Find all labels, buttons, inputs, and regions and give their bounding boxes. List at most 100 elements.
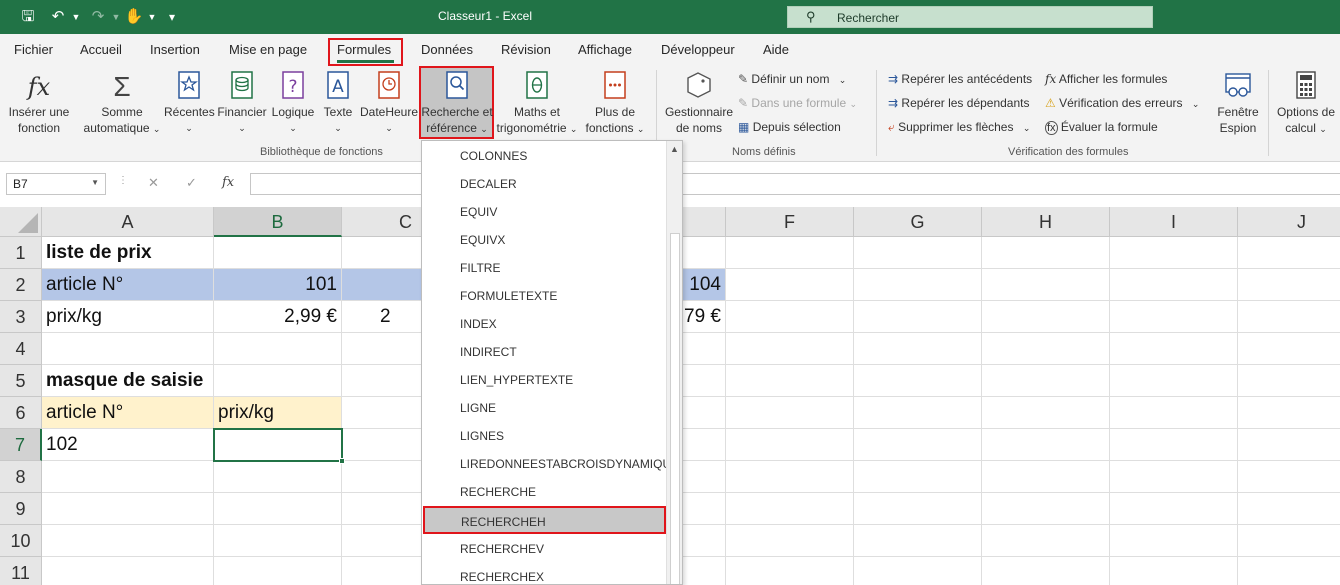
column-header-f[interactable]: F [726, 207, 854, 237]
row-header-6[interactable]: 6 [0, 397, 42, 429]
grid-cell[interactable] [1238, 301, 1340, 333]
grid-cell[interactable] [982, 333, 1110, 365]
grid-cell[interactable] [726, 557, 854, 585]
grid-cell[interactable] [726, 269, 854, 301]
tab-developpeur[interactable]: Développeur [661, 42, 735, 57]
row-header-2[interactable]: 2 [0, 269, 42, 301]
dropdown-item-formuletexte[interactable]: FORMULETEXTE [422, 282, 666, 310]
math-trig-button[interactable]: Maths et trigonométrie ⌄ [494, 70, 580, 142]
grid-cell[interactable] [726, 461, 854, 493]
grid-cell[interactable] [726, 397, 854, 429]
grid-cell[interactable] [854, 365, 982, 397]
grid-cell[interactable] [982, 525, 1110, 557]
grid-cell[interactable] [982, 493, 1110, 525]
grid-cell[interactable] [1238, 333, 1340, 365]
grid-cell[interactable] [982, 237, 1110, 269]
grid-cell[interactable] [1110, 461, 1238, 493]
show-formulas-button[interactable]: fx Afficher les formules [1045, 72, 1167, 86]
grid-cell[interactable] [726, 493, 854, 525]
dropdown-scrollbar[interactable]: ▲ [666, 141, 682, 584]
grid-cell[interactable] [1110, 429, 1238, 461]
trace-precedents-button[interactable]: ⇉ Repérer les antécédents [888, 72, 1032, 86]
grid-cell[interactable] [854, 525, 982, 557]
cancel-icon[interactable]: ✕ [148, 175, 159, 191]
row-header-7[interactable]: 7 [0, 429, 42, 461]
select-all-corner[interactable] [0, 207, 42, 237]
grid-cell[interactable] [726, 365, 854, 397]
grid-cell[interactable] [854, 557, 982, 585]
grid-cell[interactable] [854, 333, 982, 365]
calc-options-button[interactable]: Options de calcul ⌄ [1272, 70, 1340, 142]
grid-cell[interactable] [214, 525, 342, 557]
dropdown-item-ligne[interactable]: LIGNE [422, 394, 666, 422]
cell-a1[interactable]: liste de prix [42, 237, 214, 269]
row-header-8[interactable]: 8 [0, 461, 42, 493]
grid-cell[interactable] [42, 333, 214, 365]
create-from-selection-button[interactable]: ▦ Depuis sélection [738, 120, 841, 134]
grid-cell[interactable] [42, 493, 214, 525]
use-in-formula-button[interactable]: ✎ Dans une formule ⌄ [738, 96, 857, 110]
grid-cell[interactable] [1238, 525, 1340, 557]
grid-cell[interactable] [854, 493, 982, 525]
column-header-b[interactable]: B [214, 207, 342, 237]
tab-revision[interactable]: Révision [501, 42, 551, 57]
grid-cell[interactable] [1238, 269, 1340, 301]
grid-cell[interactable] [982, 461, 1110, 493]
error-checking-button[interactable]: ⚠ Vérification des erreurs ⌄ [1045, 96, 1199, 110]
grid-cell[interactable] [214, 557, 342, 585]
dropdown-item-filtre[interactable]: FILTRE [422, 254, 666, 282]
dropdown-item-colonnes[interactable]: COLONNES [422, 142, 666, 170]
column-header-h[interactable]: H [982, 207, 1110, 237]
row-header-5[interactable]: 5 [0, 365, 42, 397]
trace-dependents-button[interactable]: ⇉ Repérer les dépendants [888, 96, 1030, 110]
grid-cell[interactable] [1238, 461, 1340, 493]
define-name-button[interactable]: ✎ Définir un nom ⌄ [738, 72, 846, 86]
grid-cell[interactable] [854, 237, 982, 269]
cell-a2[interactable]: article N° [42, 269, 214, 301]
recent-functions-button[interactable]: Récentes ⌄ [164, 70, 215, 142]
remove-arrows-button[interactable]: ⤶ Supprimer les flèches ⌄ [888, 120, 1030, 135]
grid-cell[interactable] [854, 461, 982, 493]
more-functions-button[interactable]: Plus de fonctions ⌄ [580, 70, 650, 142]
grid-cell[interactable] [1110, 397, 1238, 429]
grid-cell[interactable] [42, 557, 214, 585]
grid-cell[interactable] [982, 301, 1110, 333]
dropdown-item-lien-hypertexte[interactable]: LIEN_HYPERTEXTE [422, 366, 666, 394]
grid-cell[interactable] [1238, 365, 1340, 397]
dropdown-item-rechercheh[interactable]: RECHERCHEH [423, 506, 666, 534]
dropdown-item-lignes[interactable]: LIGNES [422, 422, 666, 450]
grid-cell[interactable] [214, 493, 342, 525]
tab-accueil[interactable]: Accueil [80, 42, 122, 57]
cell-a5[interactable]: masque de saisie [42, 365, 214, 397]
grid-cell[interactable] [982, 397, 1110, 429]
column-header-j[interactable]: J [1238, 207, 1340, 237]
grid-cell[interactable] [1238, 397, 1340, 429]
fx-icon[interactable]: fx [222, 175, 234, 190]
grid-cell[interactable] [1110, 525, 1238, 557]
grid-cell[interactable] [214, 461, 342, 493]
formula-input[interactable] [250, 173, 1340, 195]
text-functions-button[interactable]: A Texte ⌄ [318, 70, 358, 142]
name-manager-button[interactable]: Gestionnaire de noms [662, 70, 736, 142]
grid-cell[interactable] [1110, 493, 1238, 525]
cell-a7[interactable]: 102 [42, 429, 214, 461]
column-header-a[interactable]: A [42, 207, 214, 237]
grid-cell[interactable] [1110, 301, 1238, 333]
cell-b7-active[interactable] [213, 428, 345, 464]
grid-cell[interactable] [42, 461, 214, 493]
dropdown-item-index[interactable]: INDEX [422, 310, 666, 338]
column-header-g[interactable]: G [854, 207, 982, 237]
column-header-i[interactable]: I [1110, 207, 1238, 237]
grid-cell[interactable] [214, 237, 342, 269]
grid-cell[interactable] [726, 525, 854, 557]
grid-cell[interactable] [1238, 237, 1340, 269]
enter-check-icon[interactable]: ✓ [186, 175, 197, 191]
dropdown-item-equivx[interactable]: EQUIVX [422, 226, 666, 254]
tab-affichage[interactable]: Affichage [578, 42, 632, 57]
grid-cell[interactable] [1110, 333, 1238, 365]
search-box[interactable]: ⚲ Rechercher [787, 6, 1153, 28]
logical-button[interactable]: ? Logique ⌄ [268, 70, 318, 142]
tab-fichier[interactable]: Fichier [14, 42, 53, 57]
grid-cell[interactable] [726, 237, 854, 269]
tab-insertion[interactable]: Insertion [150, 42, 200, 57]
